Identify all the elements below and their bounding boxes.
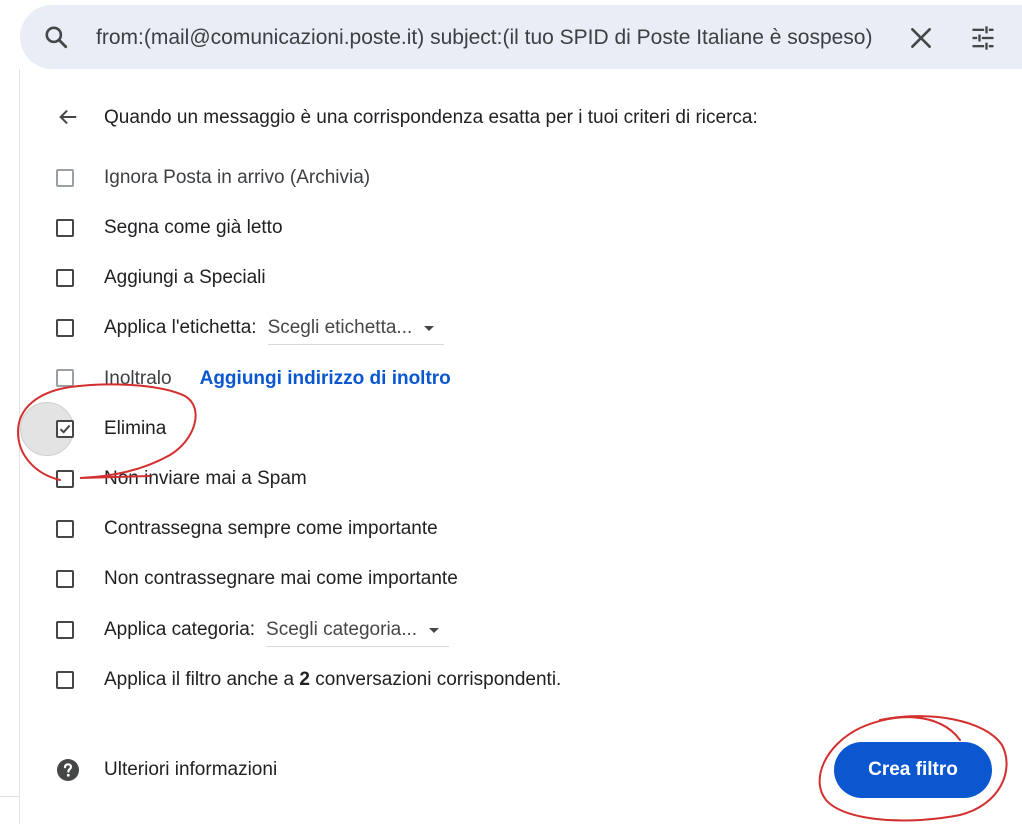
forward-checkbox[interactable]: [56, 369, 74, 387]
filter-criteria-heading: Quando un messaggio è una corrispondenza…: [104, 107, 758, 128]
never-spam-label: Non inviare mai a Spam: [104, 468, 307, 489]
star-checkbox[interactable]: [56, 269, 74, 287]
search-options-icon[interactable]: [969, 24, 997, 52]
apply-existing-suffix: conversazioni corrispondenti.: [309, 669, 562, 690]
checkmark-icon: [59, 424, 71, 434]
apply-existing-label: Applica il filtro anche a 2 conversazion…: [104, 668, 561, 692]
delete-label: Elimina: [104, 418, 167, 439]
choose-label-dropdown[interactable]: Scegli etichetta...: [267, 316, 445, 345]
mark-read-checkbox[interactable]: [56, 219, 74, 237]
arrow-back-icon[interactable]: [57, 106, 79, 128]
more-info-link[interactable]: Ulteriori informazioni: [104, 758, 277, 782]
archive-label: Ignora Posta in arrivo (Archivia): [104, 167, 371, 188]
search-input[interactable]: from:(mail@comunicazioni.poste.it) subje…: [96, 25, 890, 51]
create-filter-button[interactable]: Crea filtro: [834, 742, 992, 798]
dropdown-caret-icon: [429, 627, 440, 633]
apply-label-row: Applica l'etichetta: Scegli etichetta...: [104, 316, 445, 345]
never-spam-checkbox[interactable]: [56, 470, 74, 488]
always-important-label: Contrassegna sempre come importante: [104, 518, 438, 539]
apply-label-text: Applica l'etichetta:: [104, 317, 257, 338]
choose-category-value: Scegli categoria...: [266, 619, 418, 640]
apply-label-checkbox[interactable]: [56, 319, 74, 337]
create-filter-panel: Quando un messaggio è una corrispondenza…: [19, 69, 1022, 824]
dropdown-caret-icon: [424, 325, 435, 331]
always-important-checkbox[interactable]: [56, 520, 74, 538]
apply-existing-prefix: Applica il filtro anche a: [104, 669, 300, 690]
star-label: Aggiungi a Speciali: [104, 267, 266, 288]
choose-label-value: Scegli etichetta...: [267, 317, 413, 338]
delete-checkbox[interactable]: [56, 420, 74, 438]
close-icon[interactable]: [908, 25, 934, 51]
help-icon[interactable]: [56, 758, 80, 782]
search-bar[interactable]: from:(mail@comunicazioni.poste.it) subje…: [20, 5, 1022, 69]
never-important-checkbox[interactable]: [56, 570, 74, 588]
apply-category-text: Applica categoria:: [104, 619, 256, 640]
forward-label: Inoltralo: [104, 368, 172, 389]
forward-row: Inoltralo Aggiungi indirizzo di inoltro: [104, 367, 451, 391]
option-delete-row: [56, 415, 956, 443]
mark-read-label: Segna come già letto: [104, 217, 283, 238]
add-forwarding-address-link[interactable]: Aggiungi indirizzo di inoltro: [200, 368, 451, 389]
apply-existing-checkbox[interactable]: [56, 671, 74, 689]
apply-category-row: Applica categoria: Scegli categoria...: [104, 618, 450, 647]
apply-category-checkbox[interactable]: [56, 621, 74, 639]
page-edge-line: [0, 796, 19, 797]
never-important-label: Non contrassegnare mai come importante: [104, 568, 458, 589]
apply-existing-count: 2: [299, 669, 310, 690]
archive-checkbox[interactable]: [56, 169, 74, 187]
choose-category-dropdown[interactable]: Scegli categoria...: [266, 618, 450, 647]
search-icon[interactable]: [43, 24, 69, 50]
